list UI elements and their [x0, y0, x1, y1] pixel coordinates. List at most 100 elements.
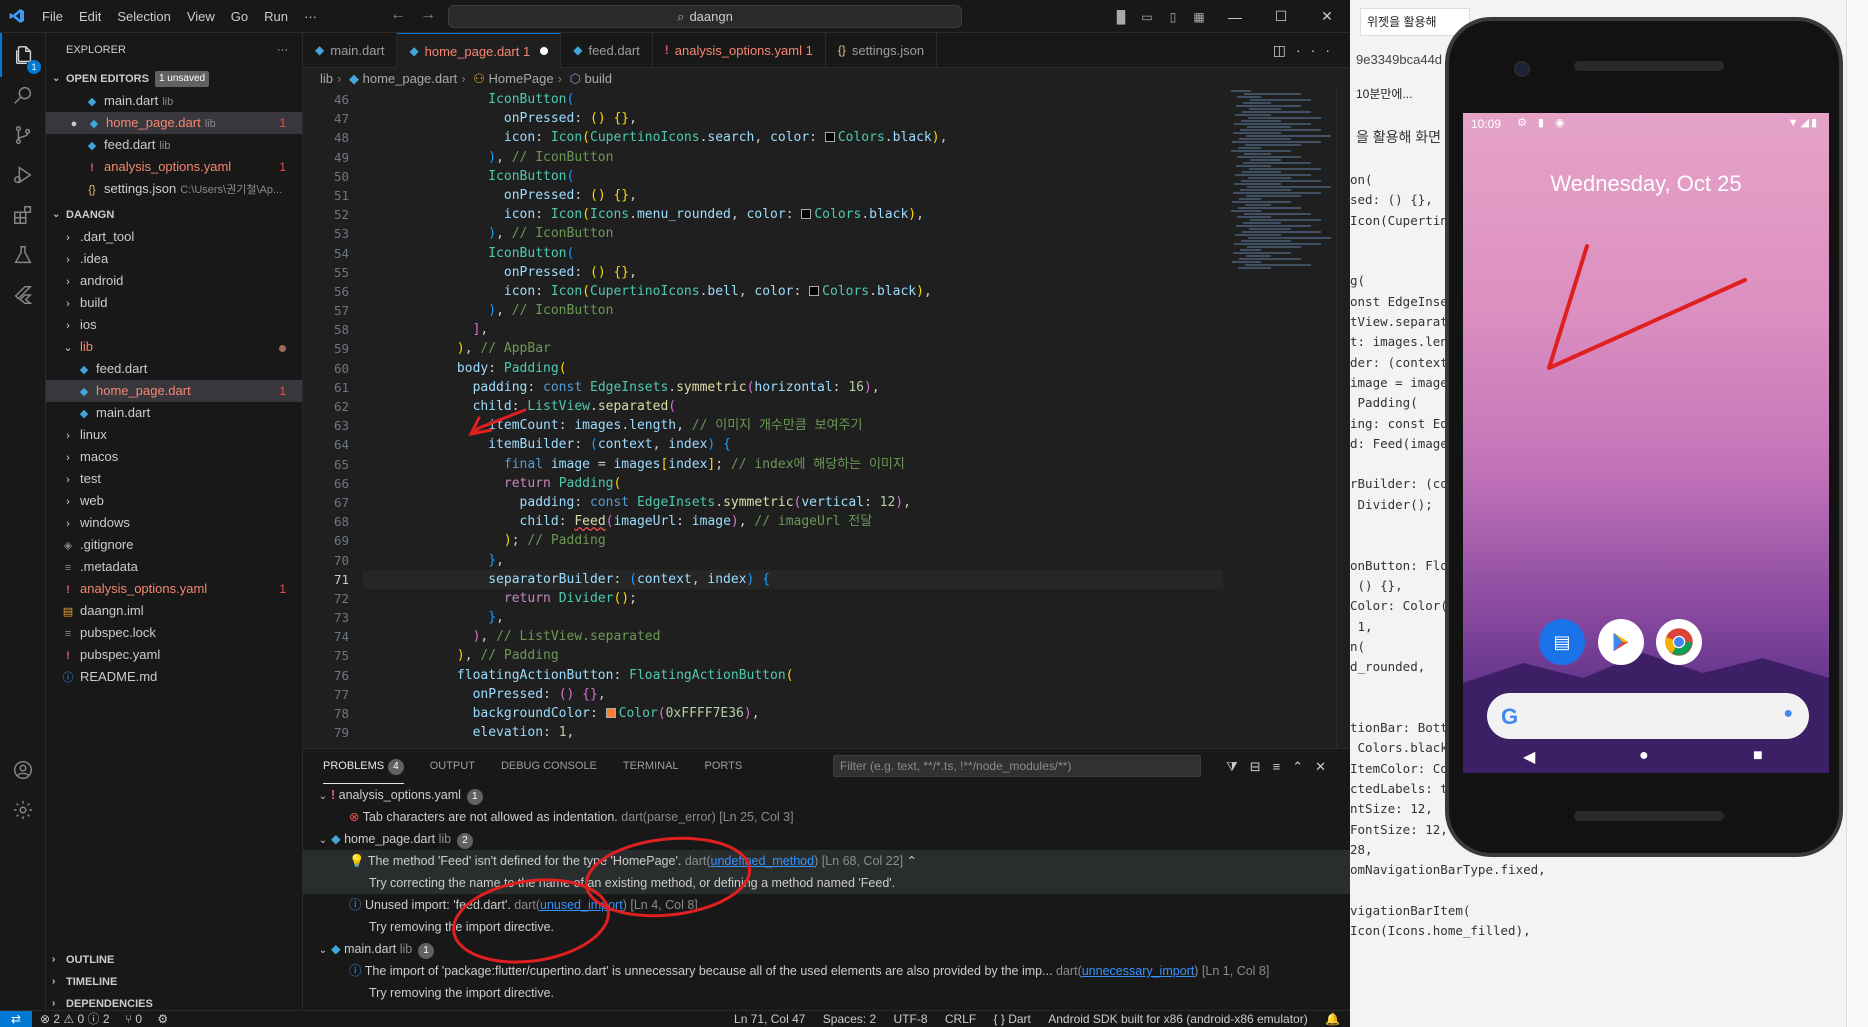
back-triangle-icon[interactable]: ◀	[1523, 747, 1535, 767]
problem-group-main[interactable]: ⌄ ◆ main.dart lib 1	[303, 938, 1350, 960]
open-editor-item[interactable]: ◆ feed.dart lib	[46, 134, 302, 156]
encoding[interactable]: UTF-8	[894, 1012, 928, 1026]
unsaved-dot-icon[interactable]	[540, 47, 549, 55]
run-icon[interactable]: ⚙	[157, 1012, 168, 1026]
tree-file-home-page[interactable]: ◆ home_page.dart 1	[46, 380, 302, 402]
account-icon[interactable]	[0, 748, 46, 792]
close-icon[interactable]: ✕	[1304, 8, 1350, 25]
toggle-panel-icon[interactable]: ▭	[1134, 10, 1160, 24]
more-actions-icon[interactable]: ···	[1296, 42, 1340, 58]
breadcrumb-method[interactable]: build	[585, 71, 612, 86]
menu-edit[interactable]: Edit	[71, 0, 109, 33]
problem-code-link[interactable]: unnecessary_import	[1082, 964, 1195, 978]
filter-icon[interactable]: ⧩	[1226, 759, 1250, 774]
command-center-search[interactable]: ⌕ daangn	[448, 5, 962, 28]
search-icon[interactable]	[0, 73, 46, 117]
tab-feed-dart[interactable]: ◆ feed.dart	[561, 33, 653, 68]
menu-go[interactable]: Go	[223, 0, 256, 33]
tree-folder-test[interactable]: › test	[46, 468, 302, 490]
project-header[interactable]: ⌄ DAANGN	[46, 204, 302, 226]
open-editor-item[interactable]: ! analysis_options.yaml 1	[46, 156, 302, 178]
close-panel-icon[interactable]: ✕	[1315, 759, 1338, 774]
tab-debug-console[interactable]: DEBUG CONSOLE	[501, 749, 597, 784]
messages-app-icon[interactable]: ▤	[1539, 619, 1585, 665]
tree-folder-ios[interactable]: › ios	[46, 314, 302, 336]
problems-filter-input[interactable]: Filter (e.g. text, **/*.ts, !**/node_mod…	[833, 755, 1201, 777]
google-search-bar[interactable]: G ●	[1487, 693, 1809, 739]
home-circle-icon[interactable]: ●	[1639, 747, 1649, 765]
language-mode[interactable]: { } Dart	[994, 1012, 1031, 1026]
explorer-more-button[interactable]: ···	[277, 33, 288, 68]
maximize-icon[interactable]: ☐	[1258, 8, 1304, 25]
open-editor-item-active[interactable]: ● ◆ home_page.dart lib 1	[46, 112, 302, 134]
tree-file-iml[interactable]: ▤ daangn.iml	[46, 600, 302, 622]
tab-terminal[interactable]: TERMINAL	[623, 749, 679, 784]
problem-code-link[interactable]: undefined_method	[711, 854, 815, 868]
tab-settings-json[interactable]: {} settings.json	[826, 33, 938, 68]
lightbulb-icon[interactable]: 💡	[349, 854, 368, 868]
tree-folder-build[interactable]: › build	[46, 292, 302, 314]
menu-run[interactable]: Run	[256, 0, 296, 33]
customize-layout-icon[interactable]: ▦	[1186, 10, 1212, 24]
problem-row[interactable]: ⊗ Tab characters are not allowed as inde…	[303, 806, 1350, 828]
tree-folder-android[interactable]: › android	[46, 270, 302, 292]
editor-scrollbar[interactable]	[1336, 90, 1350, 748]
chevron-up-icon[interactable]: ⌃	[907, 854, 917, 868]
indentation[interactable]: Spaces: 2	[823, 1012, 876, 1026]
ports-status[interactable]: ⑂ 0	[125, 1012, 142, 1026]
open-editor-item[interactable]: {} settings.json C:\Users\권기철\Ap...	[46, 178, 302, 200]
flutter-icon[interactable]	[0, 273, 46, 317]
tree-file-main[interactable]: ◆ main.dart	[46, 402, 302, 424]
tree-folder-linux[interactable]: › linux	[46, 424, 302, 446]
play-store-icon[interactable]	[1598, 619, 1644, 665]
home-date[interactable]: Wednesday, Oct 25	[1463, 171, 1829, 197]
menu-selection[interactable]: Selection	[109, 0, 178, 33]
problem-group-home-page[interactable]: ⌄ ◆ home_page.dart lib 2	[303, 828, 1350, 850]
problem-row-selected[interactable]: 💡 The method 'Feed' isn't defined for th…	[303, 850, 1350, 872]
phone-screen[interactable]: 10:09 ⚙ ▮ ◉ ▼◢▮ Wednesday, Oct 25 ▤ G ● …	[1463, 113, 1829, 773]
problem-row[interactable]: ⓘ The import of 'package:flutter/cuperti…	[303, 960, 1350, 982]
source-control-icon[interactable]	[0, 113, 46, 157]
notifications-bell-icon[interactable]: 🔔	[1325, 1012, 1340, 1026]
menu-view[interactable]: View	[179, 0, 223, 33]
open-editor-item[interactable]: ◆ main.dart lib	[46, 90, 302, 112]
toggle-sidebar-icon[interactable]: ▐▌	[1108, 10, 1134, 24]
settings-gear-icon[interactable]	[0, 788, 46, 832]
view-as-tree-icon[interactable]: ≡	[1273, 759, 1293, 774]
tree-file-pubspec-yaml[interactable]: ! pubspec.yaml	[46, 644, 302, 666]
testing-icon[interactable]	[0, 233, 46, 277]
tree-file-metadata[interactable]: ≡ .metadata	[46, 556, 302, 578]
cursor-position[interactable]: Ln 71, Col 47	[734, 1012, 805, 1026]
menu-file[interactable]: File	[34, 0, 71, 33]
tab-main-dart[interactable]: ◆ main.dart	[303, 33, 398, 68]
tree-folder-macos[interactable]: › macos	[46, 446, 302, 468]
menu-more[interactable]: ···	[296, 0, 325, 33]
tree-file-feed[interactable]: ◆ feed.dart	[46, 358, 302, 380]
code-editor[interactable]: 46 47 48 49 50 51 52 53 54 55 56 57 58 59 60 61 62 63 64 65…	[303, 90, 1350, 748]
tree-file-analysis-options[interactable]: ! analysis_options.yaml 1	[46, 578, 302, 600]
tab-analysis-options[interactable]: ! analysis_options.yaml 1	[653, 33, 826, 68]
open-editors-header[interactable]: ⌄ OPEN EDITORS 1 unsaved	[46, 68, 302, 90]
tree-folder-idea[interactable]: › .idea	[46, 248, 302, 270]
extensions-icon[interactable]	[0, 193, 46, 237]
back-arrow-icon[interactable]: ←	[390, 6, 420, 23]
tab-problems[interactable]: PROBLEMS 4	[323, 749, 404, 784]
collapse-all-icon[interactable]: ⊟	[1250, 759, 1273, 774]
google-assistant-icon[interactable]: ●	[1783, 705, 1793, 723]
code-content[interactable]: IconButton( onPressed: () {}, icon: Icon…	[363, 90, 1223, 742]
outline-section[interactable]: › OUTLINE	[46, 949, 303, 971]
tree-file-readme[interactable]: ⓘ README.md	[46, 666, 302, 688]
tree-folder-web[interactable]: › web	[46, 490, 302, 512]
problems-status[interactable]: ⊗ 2 ⚠ 0 ⓘ 2	[40, 1012, 110, 1026]
tree-file-gitignore[interactable]: ◈ .gitignore	[46, 534, 302, 556]
remote-icon[interactable]: ⇄	[0, 1011, 32, 1027]
recents-square-icon[interactable]: ■	[1753, 747, 1763, 765]
problem-row[interactable]: ⓘ Unused import: 'feed.dart'. dart(unuse…	[303, 894, 1350, 916]
device-selector[interactable]: Android SDK built for x86 (android-x86 e…	[1048, 1012, 1307, 1026]
tree-folder-lib[interactable]: ⌄ lib	[46, 336, 302, 358]
minimap[interactable]	[1231, 90, 1336, 330]
toggle-secondary-sidebar-icon[interactable]: ▯	[1160, 10, 1186, 24]
explorer-icon[interactable]: 1	[0, 33, 46, 77]
tree-folder-dart-tool[interactable]: › .dart_tool	[46, 226, 302, 248]
problem-code-link[interactable]: unused_import	[540, 898, 623, 912]
